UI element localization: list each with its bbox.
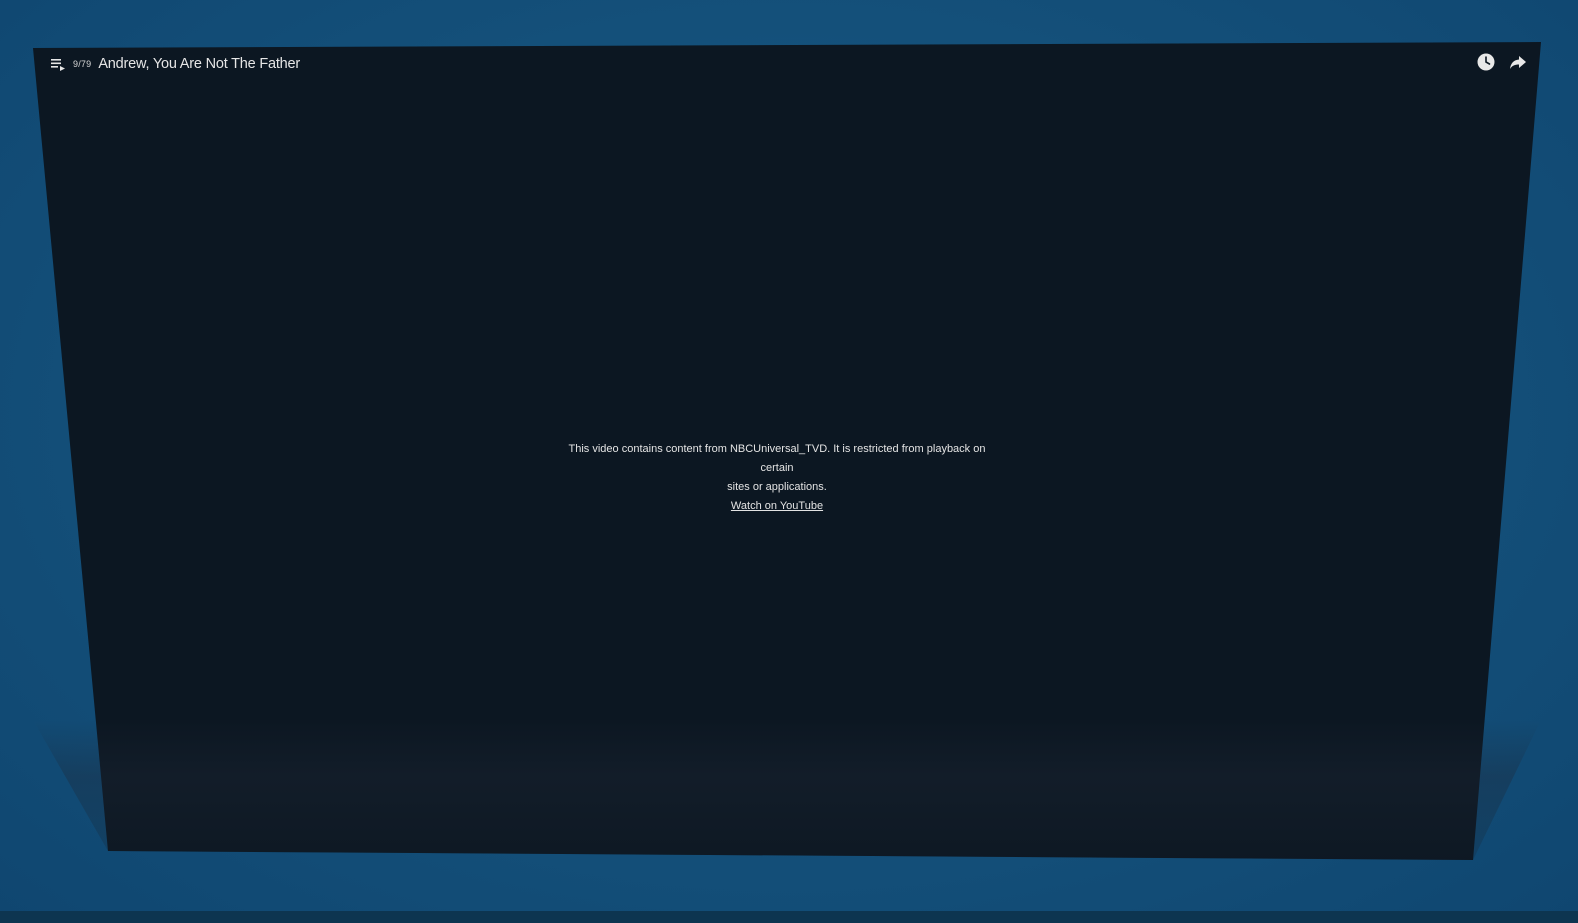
watch-on-youtube-link[interactable]: Watch on YouTube [731,500,823,512]
restriction-message: This video contains content from NBCUniv… [553,440,1001,516]
player-top-actions [1476,52,1528,72]
share-icon[interactable] [1508,52,1528,72]
clock-icon[interactable] [1476,52,1496,72]
bottom-edge [0,911,1578,923]
playlist-counter: 9/79 [73,59,92,69]
restriction-message-line2: sites or applications. [727,481,827,493]
player-bottom-shade [33,720,1541,860]
playlist-icon[interactable] [50,56,66,72]
restriction-message-line1: This video contains content from NBCUniv… [568,443,986,474]
video-title[interactable]: Andrew, You Are Not The Father [98,56,300,72]
player-top-bar: 9/79 Andrew, You Are Not The Father [50,56,300,72]
